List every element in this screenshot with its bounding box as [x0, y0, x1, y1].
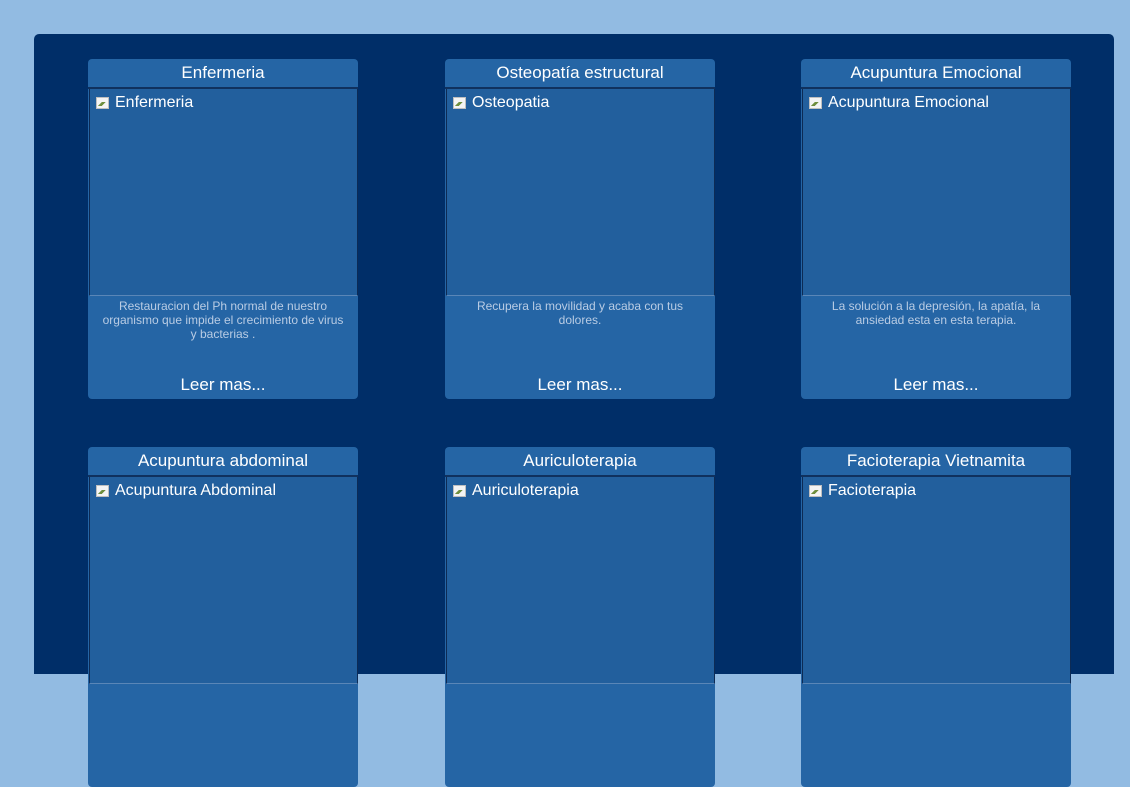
broken-image-icon: [453, 485, 466, 497]
card-image[interactable]: Facioterapia: [802, 477, 1071, 684]
broken-image-icon: [96, 485, 109, 497]
card-title[interactable]: Auriculoterapia: [445, 447, 715, 477]
image-alt-text: Facioterapia: [828, 482, 917, 499]
image-placeholder: Acupuntura Emocional: [809, 94, 989, 112]
image-placeholder: Enfermeria: [96, 94, 193, 112]
image-placeholder: Osteopatia: [453, 94, 549, 112]
image-alt-text: Auriculoterapia: [472, 482, 579, 499]
service-card-osteopatia[interactable]: Osteopatía estructural Osteopatia Recupe…: [445, 59, 715, 399]
card-title[interactable]: Acupuntura Emocional: [801, 59, 1071, 89]
image-alt-text: Acupuntura Emocional: [828, 94, 989, 111]
image-placeholder: Acupuntura Abdominal: [96, 482, 276, 500]
read-more-link[interactable]: Leer mas...: [445, 375, 715, 395]
image-placeholder: Auriculoterapia: [453, 482, 579, 500]
card-image[interactable]: Acupuntura Emocional: [802, 89, 1071, 296]
card-title[interactable]: Osteopatía estructural: [445, 59, 715, 89]
card-description: La solución a la depresión, la apatía, l…: [831, 299, 1041, 327]
service-card-auriculoterapia[interactable]: Auriculoterapia Auriculoterapia: [445, 447, 715, 787]
service-card-acupuntura-emocional[interactable]: Acupuntura Emocional Acupuntura Emociona…: [801, 59, 1071, 399]
card-image[interactable]: Auriculoterapia: [446, 477, 715, 684]
card-image[interactable]: Acupuntura Abdominal: [89, 477, 358, 684]
broken-image-icon: [453, 97, 466, 109]
services-panel: Enfermeria Enfermeria Restauracion del P…: [34, 34, 1114, 787]
image-alt-text: Enfermeria: [115, 94, 194, 111]
card-title[interactable]: Acupuntura abdominal: [88, 447, 358, 477]
card-description: Recupera la movilidad y acaba con tus do…: [476, 299, 684, 327]
broken-image-icon: [96, 97, 109, 109]
read-more-link[interactable]: Leer mas...: [801, 375, 1071, 395]
service-card-acupuntura-abdominal[interactable]: Acupuntura abdominal Acupuntura Abdomina…: [88, 447, 358, 787]
image-alt-text: Acupuntura Abdominal: [115, 482, 276, 499]
read-more-link[interactable]: Leer mas...: [88, 375, 358, 395]
card-description: Restauracion del Ph normal de nuestro or…: [102, 299, 344, 341]
card-image[interactable]: Enfermeria: [89, 89, 358, 296]
card-title[interactable]: Enfermeria: [88, 59, 358, 89]
service-card-facioterapia[interactable]: Facioterapia Vietnamita Facioterapia: [801, 447, 1071, 787]
card-title[interactable]: Facioterapia Vietnamita: [801, 447, 1071, 477]
card-image[interactable]: Osteopatia: [446, 89, 715, 296]
image-placeholder: Facioterapia: [809, 482, 916, 500]
broken-image-icon: [809, 485, 822, 497]
image-alt-text: Osteopatia: [472, 94, 550, 111]
service-card-enfermeria[interactable]: Enfermeria Enfermeria Restauracion del P…: [88, 59, 358, 399]
broken-image-icon: [809, 97, 822, 109]
